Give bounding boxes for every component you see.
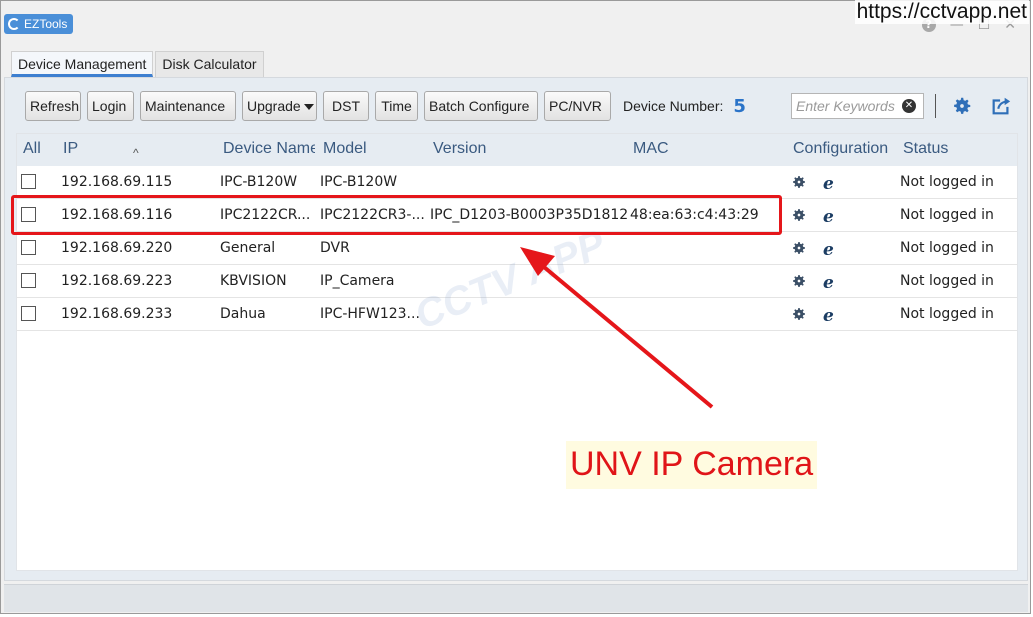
column-header-version[interactable]: Version: [433, 140, 486, 158]
login-button[interactable]: Login: [87, 91, 134, 121]
column-header-configuration[interactable]: Configuration: [793, 140, 894, 158]
column-header-model[interactable]: Model: [323, 140, 367, 158]
column-header-all[interactable]: All: [23, 140, 41, 158]
maintenance-button[interactable]: Maintenance: [140, 91, 236, 121]
table-row[interactable]: 192.168.69.233 Dahua IPC-HFW123... e Not…: [17, 298, 1017, 331]
row-checkbox[interactable]: [21, 306, 36, 321]
chevron-down-icon: [303, 104, 314, 111]
row-status: Not logged in: [900, 174, 994, 190]
tab-disk-calculator[interactable]: Disk Calculator: [155, 51, 264, 77]
upgrade-dropdown-button[interactable]: Upgrade: [242, 91, 317, 121]
column-header-ip[interactable]: IP ^: [63, 140, 139, 160]
row-checkbox[interactable]: [21, 273, 36, 288]
column-header-device-name[interactable]: Device Name: [223, 140, 315, 158]
settings-gear-icon[interactable]: [951, 95, 973, 117]
column-header-ip-label: IP: [63, 140, 79, 157]
row-model: DVR: [320, 240, 350, 256]
row-checkbox[interactable]: [21, 240, 36, 255]
row-device-name: General: [220, 240, 276, 256]
search-input[interactable]: [796, 98, 902, 114]
clear-search-icon[interactable]: ✕: [902, 99, 916, 113]
pc-nvr-button[interactable]: PC/NVR: [544, 91, 611, 121]
row-model: IPC-HFW123...: [320, 306, 420, 322]
web-browser-icon[interactable]: e: [823, 207, 834, 227]
refresh-button[interactable]: Refresh: [25, 91, 81, 121]
table-header: All IP ^ Device Name Model Version MAC Co…: [17, 134, 1017, 166]
row-ip: 192.168.69.223: [61, 273, 173, 289]
app-window: EZTools ? — ☐ ✕ Device Management Disk C…: [0, 0, 1031, 614]
web-browser-icon[interactable]: e: [823, 306, 834, 326]
toolbar: Refresh Login Maintenance Upgrade DST Ti…: [25, 91, 746, 121]
toolbar-divider: [935, 94, 936, 118]
web-browser-icon[interactable]: e: [823, 273, 834, 293]
row-ip: 192.168.69.233: [61, 306, 173, 322]
row-ip: 192.168.69.220: [61, 240, 173, 256]
row-model: IP_Camera: [320, 273, 395, 289]
row-model: IPC-B120W: [320, 174, 398, 190]
device-number-value: 5: [733, 95, 746, 117]
device-management-panel: Refresh Login Maintenance Upgrade DST Ti…: [4, 77, 1028, 581]
status-bar: [4, 584, 1028, 612]
search-box: ✕: [791, 93, 924, 119]
row-device-name: Dahua: [220, 306, 266, 322]
time-button[interactable]: Time: [375, 91, 418, 121]
config-gear-icon[interactable]: [791, 207, 807, 223]
export-icon[interactable]: [990, 95, 1012, 117]
column-header-status[interactable]: Status: [903, 140, 948, 158]
web-browser-icon[interactable]: e: [823, 174, 834, 194]
config-gear-icon[interactable]: [791, 273, 807, 289]
tab-device-management[interactable]: Device Management: [11, 51, 154, 77]
row-device-name: IPC-B120W: [220, 174, 298, 190]
app-title: EZTools: [24, 17, 68, 31]
row-ip: 192.168.69.115: [61, 174, 173, 190]
row-status: Not logged in: [900, 273, 994, 289]
row-device-name: KBVISION: [220, 273, 287, 289]
app-logo-icon: [8, 18, 20, 30]
config-gear-icon[interactable]: [791, 174, 807, 190]
app-title-badge: EZTools: [4, 14, 74, 34]
config-gear-icon[interactable]: [791, 306, 807, 322]
device-number-label: Device Number:: [623, 98, 724, 114]
row-status: Not logged in: [900, 240, 994, 256]
watermark-url: https://cctvapp.net: [854, 0, 1029, 24]
tab-bar: Device Management Disk Calculator: [11, 51, 264, 77]
config-gear-icon[interactable]: [791, 240, 807, 256]
row-status: Not logged in: [900, 207, 994, 223]
column-header-mac[interactable]: MAC: [633, 140, 669, 158]
web-browser-icon[interactable]: e: [823, 240, 834, 260]
row-checkbox[interactable]: [21, 174, 36, 189]
annotation-label: UNV IP Camera: [566, 441, 818, 489]
upgrade-label: Upgrade: [247, 98, 301, 114]
annotation-highlight-box: [11, 195, 782, 235]
dst-button[interactable]: DST: [323, 91, 369, 121]
sort-ascending-icon: ^: [133, 146, 139, 160]
row-status: Not logged in: [900, 306, 994, 322]
batch-configure-button[interactable]: Batch Configure: [424, 91, 538, 121]
